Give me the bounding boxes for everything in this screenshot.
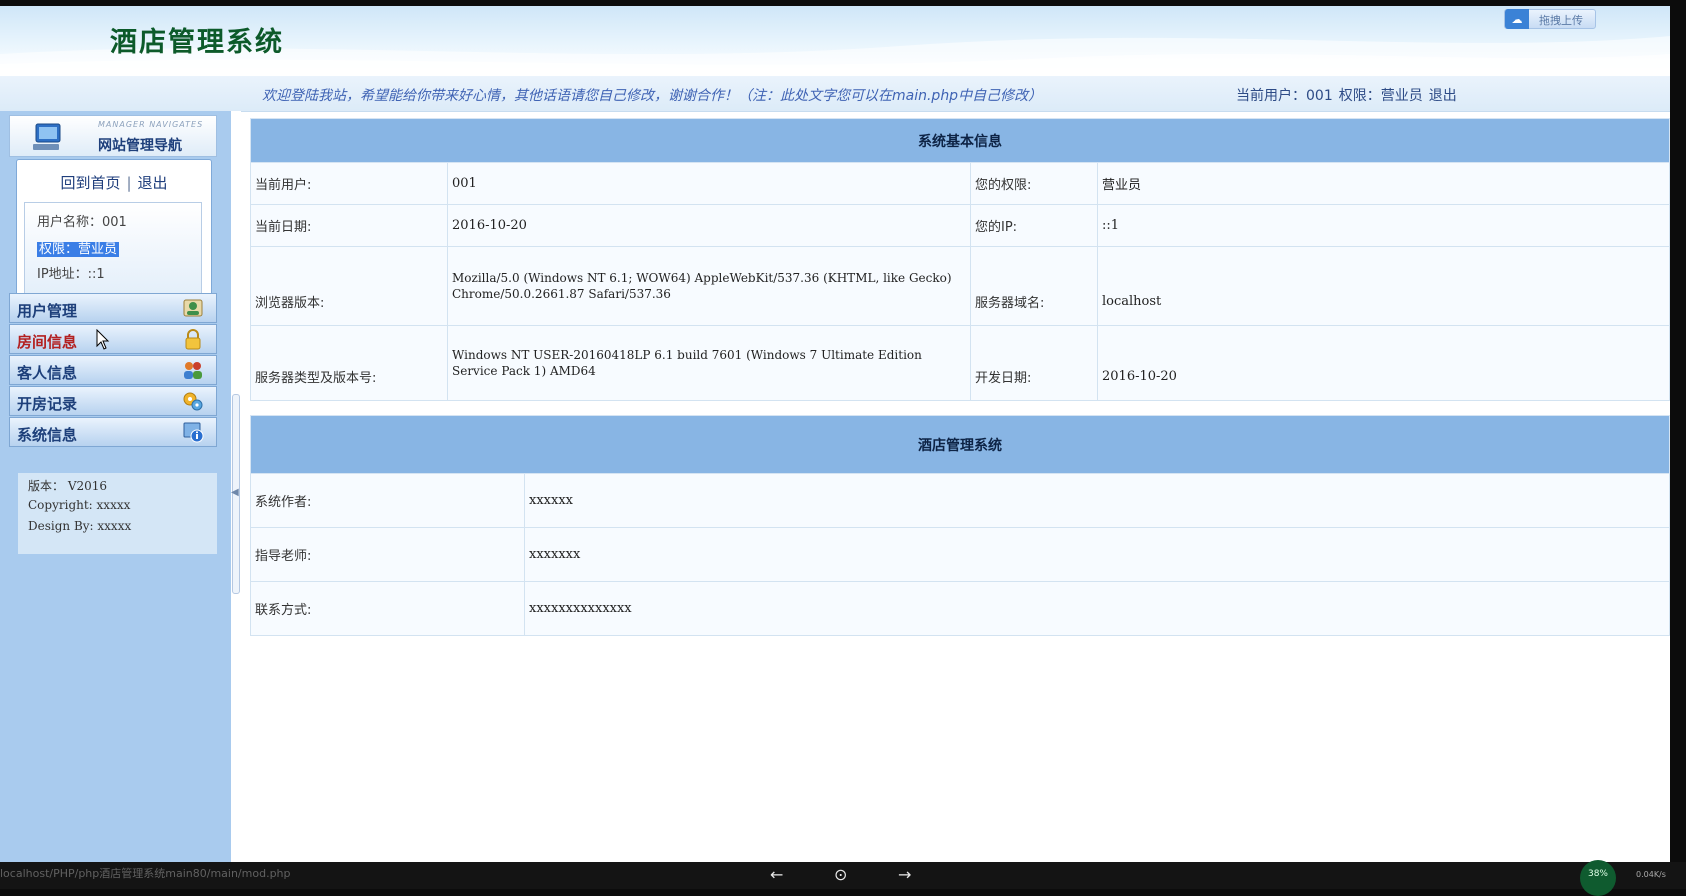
- network-rate: 0.04K/s: [1636, 870, 1666, 879]
- menu-item-label: 用户管理: [17, 302, 78, 320]
- table-row: 联系方式: xxxxxxxxxxxxxx: [250, 581, 1670, 636]
- teacher-value: xxxxxxx: [524, 527, 1670, 582]
- design-by-text: Design By: xxxxx: [28, 519, 132, 533]
- computer-icon: [33, 123, 61, 150]
- network-meter: 38%: [1580, 860, 1616, 896]
- current-user-label: 当前用户:: [250, 162, 448, 205]
- menu-item-label: 系统信息: [17, 426, 78, 444]
- domain-label: 服务器域名:: [970, 246, 1098, 326]
- date-value: 2016-10-20: [447, 204, 971, 247]
- ip-label: 您的IP:: [970, 204, 1098, 247]
- user-ip: IP地址：::1: [37, 267, 105, 282]
- permission-status: 权限：营业员: [1338, 88, 1423, 104]
- user-status: 当前用户：001 权限：营业员 退出: [1236, 85, 1463, 105]
- ip-value: ::1: [1097, 204, 1670, 247]
- hotel-info-title: 酒店管理系统: [250, 415, 1670, 474]
- nav-banner-en: MANAGER NAVIGATES: [98, 120, 204, 129]
- menu-item-user-management[interactable]: 用户管理: [9, 293, 217, 323]
- author-value: xxxxxx: [524, 473, 1670, 528]
- menu-item-checkin-records[interactable]: 开房记录: [9, 386, 217, 416]
- center-icon[interactable]: ⊙: [834, 865, 847, 884]
- table-row: 服务器类型及版本号: Windows NT USER-20160418LP 6.…: [250, 325, 1670, 401]
- table-row: 浏览器版本: Mozilla/5.0 (Windows NT 6.1; WOW6…: [250, 246, 1670, 326]
- welcome-bar: 欢迎登陆我站，希望能给你带来好心情，其他话语请您自己修改，谢谢合作！（注：此处文…: [0, 76, 1670, 112]
- user-panel: 回到首页 | 退出 用户名称：001 权限：营业员 IP地址：::1: [16, 159, 212, 309]
- people-icon: [184, 362, 202, 379]
- menu-item-guest-info[interactable]: 客人信息: [9, 355, 217, 385]
- logout-link[interactable]: 退出: [1429, 88, 1457, 104]
- header-banner: 酒店管理系统 ☁ 拖拽上传: [0, 6, 1670, 76]
- menu-item-label: 开房记录: [17, 395, 78, 413]
- system-info-title: 系统基本信息: [250, 118, 1670, 163]
- server-label: 服务器类型及版本号:: [250, 325, 448, 401]
- back-arrow-icon[interactable]: ←: [770, 865, 783, 884]
- info-icon: [183, 422, 204, 443]
- table-row: 当前日期: 2016-10-20 您的IP: ::1: [250, 204, 1670, 247]
- bottom-bar: localhost/PHP/php酒店管理系统main80/main/mod.p…: [0, 860, 1686, 896]
- dev-date-value: 2016-10-20: [1097, 325, 1670, 401]
- menu-item-system-info[interactable]: 系统信息: [9, 417, 217, 447]
- browser-viewport: 酒店管理系统 ☁ 拖拽上传 欢迎登陆我站，希望能给你带来好心情，其他话语请您自己…: [0, 6, 1670, 862]
- user-name: 用户名称：001: [37, 215, 127, 230]
- user-permission: 权限：营业员: [37, 238, 120, 257]
- permission-value: 营业员: [1097, 162, 1670, 205]
- upload-label: 拖拽上传: [1539, 14, 1583, 27]
- cloud-icon: ☁: [1505, 9, 1529, 29]
- forward-arrow-icon[interactable]: →: [898, 865, 911, 884]
- hotel-info-table: 酒店管理系统 系统作者: xxxxxx 指导老师: xxxxxxx 联系方式: …: [250, 415, 1670, 636]
- permission-label: 您的权限:: [970, 162, 1098, 205]
- lock-icon: [185, 329, 201, 350]
- collapse-arrow-icon[interactable]: ◀: [231, 487, 239, 498]
- menu-item-room-info[interactable]: 房间信息: [9, 324, 217, 354]
- current-user-status: 当前用户：001: [1236, 88, 1333, 104]
- menu-item-label: 房间信息: [17, 333, 78, 351]
- nav-links: 回到首页 | 退出: [17, 172, 211, 193]
- user-info-box: 用户名称：001 权限：营业员 IP地址：::1: [24, 202, 202, 300]
- copyright-text: Copyright: xxxxx: [28, 498, 131, 512]
- version-text: 版本： V2016: [28, 479, 108, 493]
- browser-value: Mozilla/5.0 (Windows NT 6.1; WOW64) Appl…: [447, 246, 971, 326]
- contact-label: 联系方式:: [250, 581, 525, 636]
- browser-label: 浏览器版本:: [250, 246, 448, 326]
- link-separator: |: [126, 174, 132, 192]
- gears-icon: [183, 392, 203, 411]
- server-value: Windows NT USER-20160418LP 6.1 build 760…: [447, 325, 971, 401]
- user-permission-text: 权限：营业员: [37, 242, 120, 257]
- mouse-cursor-icon: [96, 329, 110, 350]
- contact-value: xxxxxxxxxxxxxx: [524, 581, 1670, 636]
- home-link[interactable]: 回到首页: [60, 174, 120, 192]
- sidebar-logout-link[interactable]: 退出: [138, 174, 168, 192]
- user-card-icon: [183, 299, 203, 317]
- system-info-table: 系统基本信息 当前用户: 001 您的权限: 营业员 当前日期: 2016-10…: [250, 118, 1670, 401]
- upload-button[interactable]: ☁ 拖拽上传: [1504, 9, 1596, 29]
- sidebar: MANAGER NAVIGATES 网站管理导航 回到首页 | 退出 用户名称：00…: [0, 111, 231, 862]
- current-user-value: 001: [447, 162, 971, 205]
- date-label: 当前日期:: [250, 204, 448, 247]
- app-title: 酒店管理系统: [110, 27, 284, 58]
- version-info: 版本： V2016 Copyright: xxxxx Design By: xx…: [18, 473, 217, 554]
- author-label: 系统作者:: [250, 473, 525, 528]
- teacher-label: 指导老师:: [250, 527, 525, 582]
- domain-value: localhost: [1097, 246, 1670, 326]
- nav-banner: MANAGER NAVIGATES 网站管理导航: [9, 115, 217, 157]
- nav-banner-title: 网站管理导航: [98, 138, 182, 154]
- dev-date-label: 开发日期:: [970, 325, 1098, 401]
- table-row: 当前用户: 001 您的权限: 营业员: [250, 162, 1670, 205]
- table-row: 系统作者: xxxxxx: [250, 473, 1670, 528]
- status-url: localhost/PHP/php酒店管理系统main80/main/mod.p…: [0, 867, 291, 880]
- menu-item-label: 客人信息: [17, 364, 78, 382]
- table-row: 指导老师: xxxxxxx: [250, 527, 1670, 582]
- frame-splitter[interactable]: ◀: [231, 111, 241, 862]
- welcome-message: 欢迎登陆我站，希望能给你带来好心情，其他话语请您自己修改，谢谢合作！（注：此处文…: [262, 88, 1043, 104]
